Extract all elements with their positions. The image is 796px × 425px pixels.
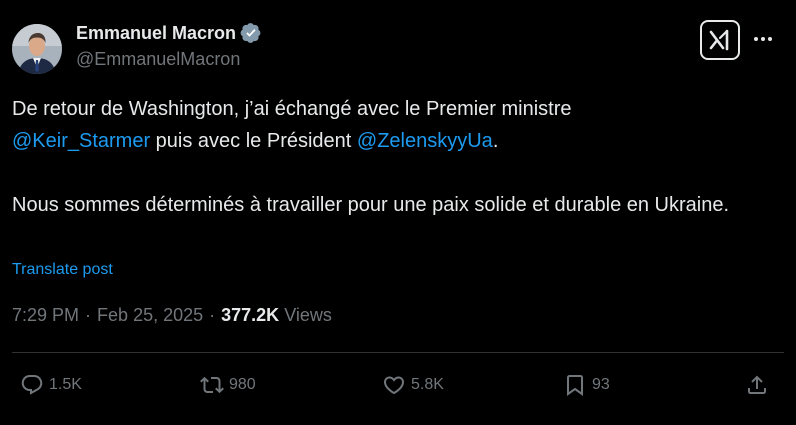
views-label: Views bbox=[284, 305, 332, 325]
more-dot-icon bbox=[754, 37, 758, 41]
bookmark-count: 93 bbox=[592, 376, 610, 393]
more-options-button[interactable] bbox=[750, 28, 776, 50]
grok-icon bbox=[700, 20, 740, 60]
more-dot-icon bbox=[768, 37, 772, 41]
grok-button[interactable] bbox=[700, 20, 740, 60]
post-text-line: @Keir_Starmer puis avec le Président @Ze… bbox=[12, 125, 782, 157]
action-bar: 1.5K 980 5.8K 93 bbox=[0, 366, 796, 404]
translate-post-link[interactable]: Translate post bbox=[12, 261, 113, 279]
post-text: De retour de Washington, j’ai échangé av… bbox=[12, 93, 782, 221]
repost-count: 980 bbox=[229, 376, 256, 393]
verified-badge-icon[interactable] bbox=[240, 22, 262, 44]
post-card: Emmanuel Macron @EmmanuelMacron De retou… bbox=[0, 0, 796, 425]
reply-icon bbox=[21, 375, 43, 395]
text-segment: . bbox=[492, 130, 499, 152]
display-name[interactable]: Emmanuel Macron bbox=[76, 23, 236, 44]
reply-button[interactable]: 1.5K bbox=[20, 366, 82, 404]
avatar[interactable] bbox=[12, 24, 62, 74]
mention-keir-starmer[interactable]: @Keir_Starmer bbox=[12, 130, 150, 152]
bookmark-icon bbox=[567, 375, 583, 396]
author-handle[interactable]: @EmmanuelMacron bbox=[76, 49, 262, 70]
post-meta: 7:29 PM · Feb 25, 2025 · 377.2K Views bbox=[12, 305, 332, 326]
more-dot-icon bbox=[761, 37, 765, 41]
post-time[interactable]: 7:29 PM bbox=[12, 305, 79, 326]
reply-count: 1.5K bbox=[49, 376, 82, 393]
meta-separator: · bbox=[85, 305, 92, 325]
divider bbox=[12, 352, 784, 353]
mention-zelenskyyua[interactable]: @ZelenskyyUa bbox=[357, 130, 493, 152]
heart-icon bbox=[383, 376, 405, 395]
author-info: Emmanuel Macron @EmmanuelMacron bbox=[76, 22, 262, 70]
share-button[interactable] bbox=[745, 366, 769, 404]
post-text-paragraph: Nous sommes déterminés à travailler pour… bbox=[12, 194, 730, 216]
bookmark-button[interactable]: 93 bbox=[563, 366, 610, 404]
meta-separator: · bbox=[209, 305, 216, 325]
text-segment: puis avec le Président bbox=[150, 130, 357, 152]
like-button[interactable]: 5.8K bbox=[382, 366, 444, 404]
repost-button[interactable]: 980 bbox=[200, 366, 256, 404]
repost-icon bbox=[200, 376, 224, 394]
like-count: 5.8K bbox=[411, 376, 444, 393]
post-date[interactable]: Feb 25, 2025 bbox=[97, 305, 203, 326]
text-segment: De retour de Washington, j’ai échangé av… bbox=[12, 98, 572, 120]
views-count[interactable]: 377.2K bbox=[221, 305, 279, 326]
post-text-line: De retour de Washington, j’ai échangé av… bbox=[12, 93, 782, 125]
display-name-row: Emmanuel Macron bbox=[76, 22, 262, 44]
share-icon bbox=[748, 375, 766, 394]
